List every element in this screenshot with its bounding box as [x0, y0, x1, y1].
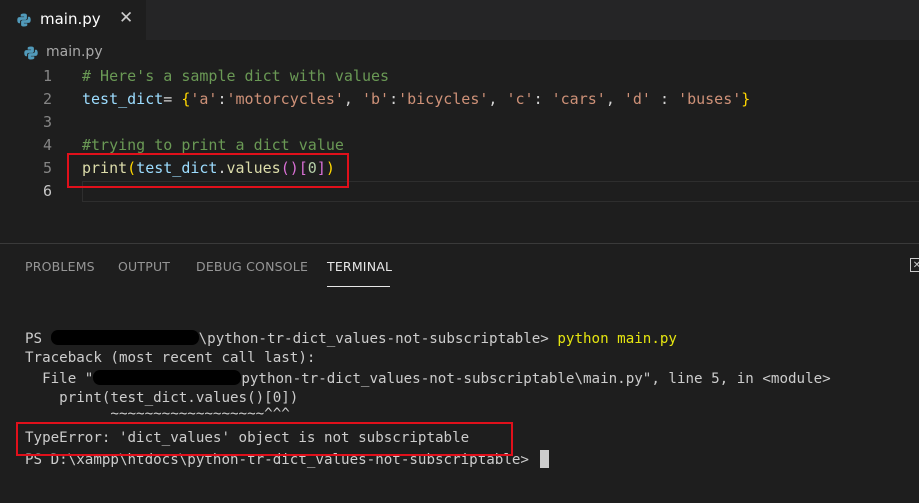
terminal-line: PS \python-tr-dict_values-not-subscripta…: [25, 330, 677, 347]
redacted-path: [50, 330, 199, 345]
annotation-box-code: [67, 153, 349, 188]
tab-label: main.py: [40, 10, 101, 28]
terminal-cursor: [539, 450, 549, 468]
code-line-3: 3: [0, 112, 919, 135]
redacted-path: [93, 370, 242, 385]
comment: #trying to print a dict value: [82, 136, 344, 154]
active-tab-indicator: [327, 286, 390, 287]
close-icon[interactable]: ✕: [119, 8, 133, 28]
terminal-line: Traceback (most recent call last):: [25, 350, 316, 366]
line-number: 6: [42, 182, 52, 200]
line-number: 2: [42, 90, 52, 108]
terminal-line: print(test_dict.values()[0]): [25, 390, 299, 406]
code-line-1: 1 # Here's a sample dict with values: [0, 66, 919, 89]
panel-tabs: PROBLEMS OUTPUT DEBUG CONSOLE TERMINAL: [0, 244, 919, 288]
code-line-2: 2 test_dict= {'a':'motorcycles', 'b':'bi…: [0, 89, 919, 112]
line-number: 3: [42, 113, 52, 131]
tab-problems[interactable]: PROBLEMS: [25, 259, 95, 274]
close-panel-icon[interactable]: ✕: [910, 258, 919, 272]
python-icon: [24, 45, 38, 64]
tab-main-py[interactable]: main.py ✕: [0, 0, 146, 40]
tab-debug-console[interactable]: DEBUG CONSOLE: [196, 259, 308, 274]
code-text: test_dict= {'a':'motorcycles', 'b':'bicy…: [82, 90, 751, 108]
line-number: 4: [42, 136, 52, 154]
terminal-line: File " python-tr-dict_values-not-subscrip…: [25, 370, 831, 387]
breadcrumb-file[interactable]: main.py: [46, 44, 103, 60]
comment: # Here's a sample dict with values: [82, 67, 390, 85]
python-icon: [17, 12, 31, 31]
editor-tab-bar: main.py ✕: [0, 0, 919, 40]
tab-terminal[interactable]: TERMINAL: [327, 259, 392, 274]
breadcrumb: main.py: [0, 40, 919, 66]
terminal-output[interactable]: PS \python-tr-dict_values-not-subscripta…: [0, 288, 919, 503]
terminal-line: ~~~~~~~~~~~~~~~~~~^^^: [25, 406, 290, 422]
line-number: 1: [42, 67, 52, 85]
tab-output[interactable]: OUTPUT: [118, 259, 170, 274]
annotation-box-error: [16, 422, 513, 456]
line-number: 5: [42, 159, 52, 177]
